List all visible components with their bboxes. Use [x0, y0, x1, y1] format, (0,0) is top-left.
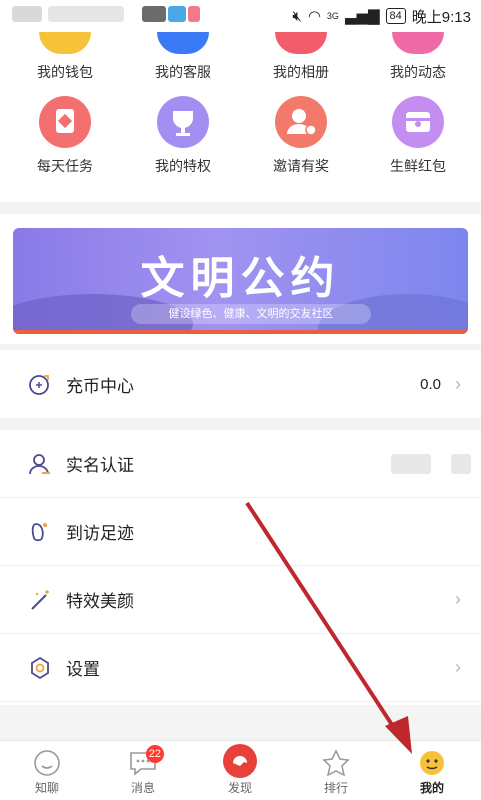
chevron-right-icon: › — [455, 589, 461, 609]
status-bar: 🔇︎ ◠ 3G ▃▅▇ 84 晚上9:13 — [0, 0, 481, 32]
moments-icon — [392, 32, 444, 54]
discover-icon — [222, 743, 258, 779]
civility-banner[interactable]: 文明公约 健设绿色、健康、文明的交友社区 — [13, 228, 468, 334]
nav-tab-me[interactable]: 我的 — [397, 741, 467, 796]
chat-face-icon — [32, 749, 62, 777]
invite-user-icon — [275, 96, 327, 148]
nav-tab-discover[interactable]: 发现 — [205, 741, 275, 796]
wallet-icon — [39, 32, 91, 54]
me-icon — [417, 749, 447, 777]
grid-item-daily-task[interactable]: 每天任务 — [5, 96, 125, 176]
menu-item-label: 到访足迹 — [66, 524, 134, 543]
banner-subtitle: 健设绿色、健康、文明的交友社区 — [131, 304, 371, 324]
grid-item-label: 我的客服 — [155, 64, 211, 80]
daily-task-icon — [39, 96, 91, 148]
battery-icon: 84 — [385, 8, 406, 24]
nav-label: 我的 — [419, 781, 444, 795]
grid-item-album[interactable]: 我的相册 — [241, 32, 361, 82]
signal-icon: ▃▅▇ — [344, 8, 380, 25]
menu-item-real-name[interactable]: 实名认证 — [0, 430, 481, 498]
feature-grid: 我的钱包 我的客服 我的相册 我的动态 每天任务 我的特权 邀请有奖 生鲜红包 — [0, 32, 481, 202]
nav-label: 消息 — [130, 781, 155, 795]
recharge-balance: 0.0 — [420, 375, 441, 393]
menu-item-settings[interactable]: 设置 › — [0, 634, 481, 702]
chevron-right-icon: › — [455, 373, 461, 394]
grid-item-moments[interactable]: 我的动态 — [358, 32, 478, 82]
grid-item-invite[interactable]: 邀请有奖 — [241, 96, 361, 176]
real-name-icon — [28, 452, 52, 476]
blurred-notification — [168, 6, 186, 22]
recharge-icon — [28, 372, 52, 396]
network-type: 3G — [326, 11, 339, 21]
grid-item-label: 我的钱包 — [37, 64, 93, 80]
grid-item-label: 我的动态 — [390, 64, 446, 80]
banner-title: 文明公约 — [140, 254, 341, 303]
menu-item-footprint[interactable]: 到访足迹 — [0, 498, 481, 566]
grid-item-label: 我的特权 — [155, 158, 211, 174]
grid-item-label: 生鲜红包 — [390, 158, 446, 174]
settings-icon — [28, 656, 52, 680]
status-icons: 🔇︎ ◠ 3G ▃▅▇ 84 晚上9:13 — [292, 6, 471, 26]
fresh-redpacket-icon — [392, 96, 444, 148]
bottom-nav: 知聊 22 消息 发现 排行 我的 — [0, 740, 481, 800]
recharge-center-row[interactable]: 充币中心 0.0 › — [0, 350, 481, 418]
nav-tab-messages[interactable]: 22 消息 — [108, 741, 178, 796]
blurred-status — [451, 453, 471, 474]
recharge-label: 充币中心 — [66, 376, 134, 396]
album-icon — [275, 32, 327, 54]
nav-label: 发现 — [227, 781, 252, 795]
grid-item-label: 我的相册 — [273, 64, 329, 80]
mute-icon: 🔇︎ — [292, 7, 302, 25]
grid-item-label: 邀请有奖 — [273, 158, 329, 174]
menu-item-label: 设置 — [66, 660, 100, 679]
nav-tab-zhiliao[interactable]: 知聊 — [12, 741, 82, 796]
blurred-notification — [188, 6, 200, 22]
privilege-trophy-icon — [157, 96, 209, 148]
menu-item-beauty-effects[interactable]: 特效美颜 › — [0, 566, 481, 634]
nav-label: 排行 — [323, 781, 348, 795]
ranking-icon — [321, 749, 351, 777]
blurred-notification — [142, 6, 166, 22]
menu-item-label: 特效美颜 — [66, 592, 134, 611]
menu-item-label: 实名认证 — [66, 456, 134, 475]
blurred-notification — [12, 6, 42, 22]
unread-badge: 22 — [145, 745, 164, 763]
customer-service-icon — [157, 32, 209, 54]
grid-item-label: 每天任务 — [37, 158, 93, 174]
grid-item-privilege[interactable]: 我的特权 — [123, 96, 243, 176]
settings-menu: 实名认证 到访足迹 特效美颜 › 设置 › — [0, 430, 481, 705]
wifi-icon: ◠ — [307, 8, 321, 25]
grid-item-customer-service[interactable]: 我的客服 — [123, 32, 243, 82]
blurred-notification — [48, 6, 124, 22]
recharge-card: 充币中心 0.0 › — [0, 350, 481, 418]
footprint-icon — [28, 520, 52, 544]
message-icon: 22 — [128, 745, 164, 777]
blurred-status — [391, 453, 431, 474]
chevron-right-icon: › — [455, 657, 461, 677]
nav-label: 知聊 — [34, 781, 59, 795]
banner-section: 文明公约 健设绿色、健康、文明的交友社区 — [0, 214, 481, 344]
grid-item-wallet[interactable]: 我的钱包 — [5, 32, 125, 82]
magic-wand-icon — [28, 588, 52, 612]
banner-underline — [13, 330, 468, 334]
clock: 晚上9:13 — [411, 8, 471, 26]
nav-tab-ranking[interactable]: 排行 — [301, 741, 371, 796]
grid-item-fresh-redpacket[interactable]: 生鲜红包 — [358, 96, 478, 176]
